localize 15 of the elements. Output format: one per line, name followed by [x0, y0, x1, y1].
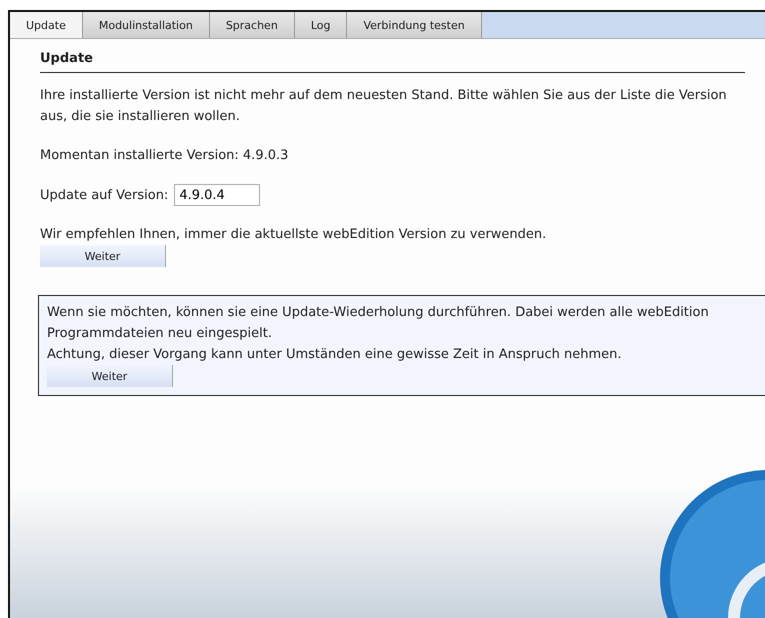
version-input-field[interactable]: 4.9.0.4	[174, 184, 260, 206]
tab[interactable]: Log	[294, 12, 348, 38]
section-heading: Update	[40, 51, 745, 73]
tab[interactable]: Update	[10, 12, 83, 38]
installed-version-text: Momentan installierte Version: 4.9.0.3	[40, 147, 290, 165]
tab[interactable]: Verbindung testen	[347, 12, 482, 38]
intro-text: Ihre installierte Version ist nicht mehr auf dem neuesten Stand. Bitte wählen Sie aus der Liste die Version aus, die sie installieren wollen.	[40, 87, 728, 126]
panel-text: Achtung, dieser Vorgang kann unter Umständen eine gewisse Zeit in Anspruch nehmen.	[47, 346, 623, 364]
tab[interactable]: Sprachen	[210, 12, 295, 38]
recommendation-text: Wir empfehlen Ihnen, immer die aktuellste webEdition Version zu verwenden.	[40, 226, 548, 244]
update-version-label: Update auf Version:	[40, 188, 168, 202]
continue-button[interactable]: Weiter	[40, 245, 166, 267]
tab[interactable]: Modulinstallation	[82, 12, 210, 38]
continue-button[interactable]: Weiter	[47, 365, 173, 387]
panel-text: Wenn sie möchten, können sie eine Update-Wiederholung durchführen. Dabei werden alle webEdition Programmdateien neu eingespielt.	[47, 304, 710, 343]
